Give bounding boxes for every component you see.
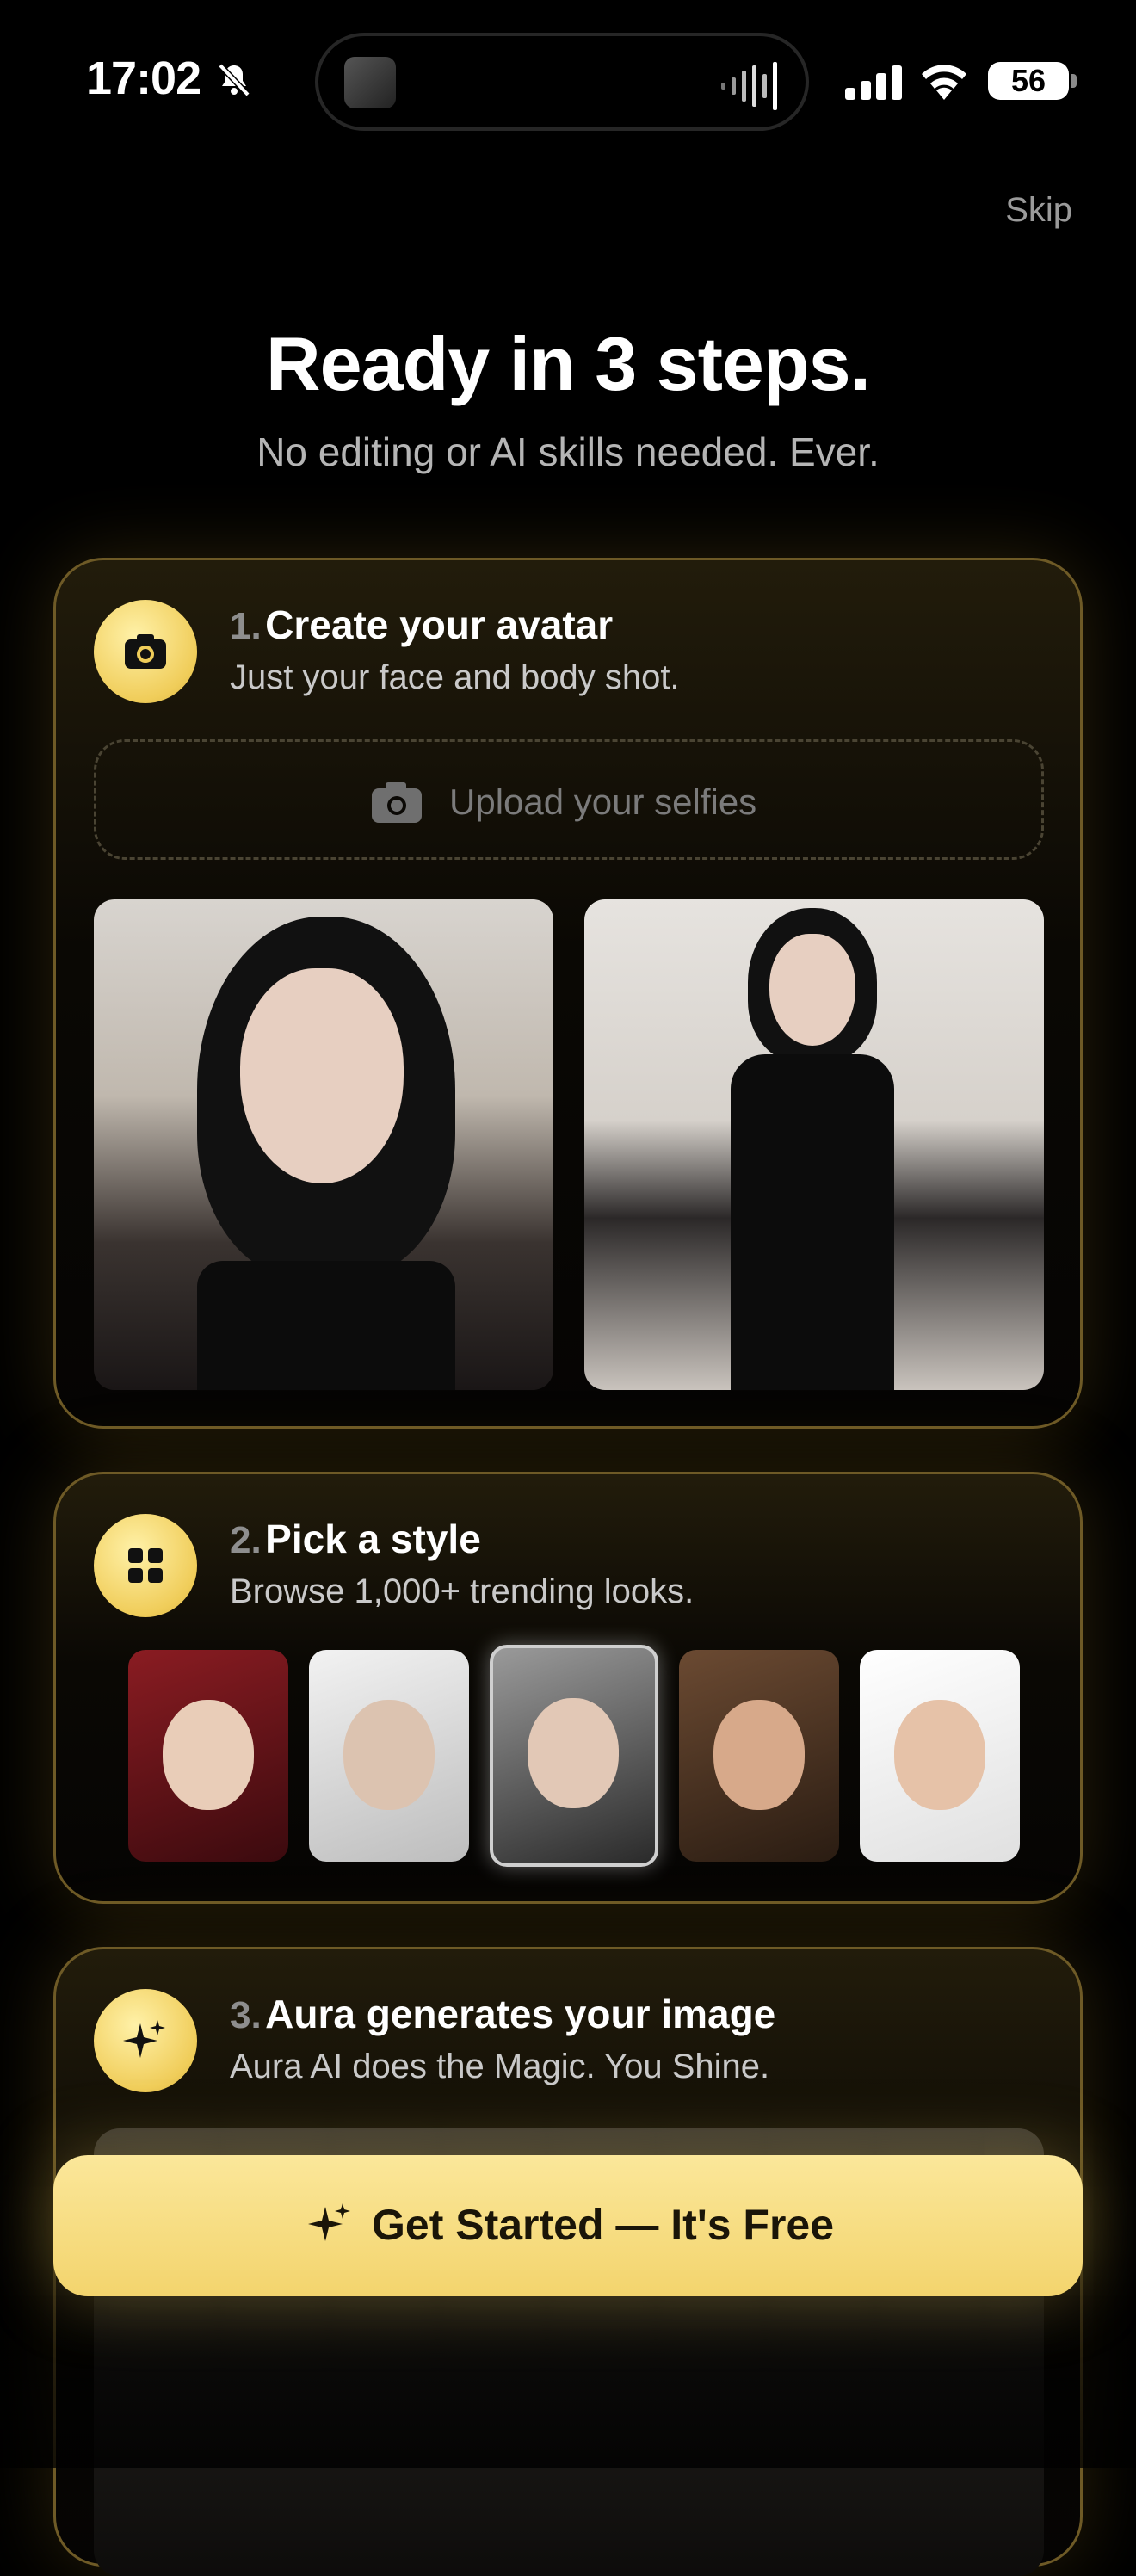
status-time: 17:02: [86, 53, 201, 104]
style-thumbnail[interactable]: [309, 1650, 469, 1862]
battery-cap: [1071, 74, 1077, 88]
step-description: Just your face and body shot.: [230, 658, 680, 696]
upload-selfies-button[interactable]: Upload your selfies: [94, 739, 1044, 860]
upload-label: Upload your selfies: [449, 781, 757, 822]
now-playing-thumbnail: [344, 57, 396, 108]
style-thumbnail-selected[interactable]: [490, 1645, 658, 1867]
step-heading: 1. Create your avatar: [230, 602, 613, 648]
step-card-create-avatar: 1. Create your avatar Just your face and…: [53, 558, 1083, 1429]
style-thumbnail[interactable]: [128, 1650, 288, 1862]
page-title: Ready in 3 steps.: [266, 321, 871, 406]
sample-selfie-face: [94, 899, 553, 1390]
style-thumbnail[interactable]: [679, 1650, 839, 1862]
camera-icon: [372, 782, 422, 823]
step-heading: 3. Aura generates your image: [230, 1991, 775, 2037]
cellular-signal-icon: [845, 65, 902, 100]
sparkles-icon: [308, 2203, 350, 2241]
camera-icon: [94, 600, 197, 703]
skip-button[interactable]: Skip: [1005, 191, 1072, 230]
step-number: 3.: [230, 1994, 262, 2036]
get-started-label: Get Started — It's Free: [372, 2201, 835, 2249]
get-started-button[interactable]: Get Started — It's Free: [53, 2155, 1083, 2296]
step-title: Create your avatar: [265, 602, 614, 647]
step-heading: 2. Pick a style: [230, 1516, 481, 1562]
grid-icon: [94, 1514, 197, 1617]
sparkles-icon: [94, 1989, 197, 2092]
step-number: 2.: [230, 1519, 262, 1561]
step-description: Aura AI does the Magic. You Shine.: [230, 2048, 770, 2085]
page-subtitle: No editing or AI skills needed. Ever.: [256, 429, 880, 474]
step-number: 1.: [230, 605, 262, 647]
dynamic-island[interactable]: [315, 33, 809, 131]
step-title: Aura generates your image: [265, 1992, 776, 2036]
wifi-icon: [922, 65, 966, 100]
sample-selfie-body: [584, 899, 1044, 1390]
step-card-pick-style: 2. Pick a style Browse 1,000+ trending l…: [53, 1472, 1083, 1904]
bell-slash-icon: [218, 63, 250, 97]
step-description: Browse 1,000+ trending looks.: [230, 1572, 695, 1610]
audio-waveform-icon: [721, 62, 777, 110]
step-title: Pick a style: [265, 1517, 481, 1561]
style-thumbnail[interactable]: [860, 1650, 1020, 1862]
battery-icon: 56: [988, 62, 1069, 100]
